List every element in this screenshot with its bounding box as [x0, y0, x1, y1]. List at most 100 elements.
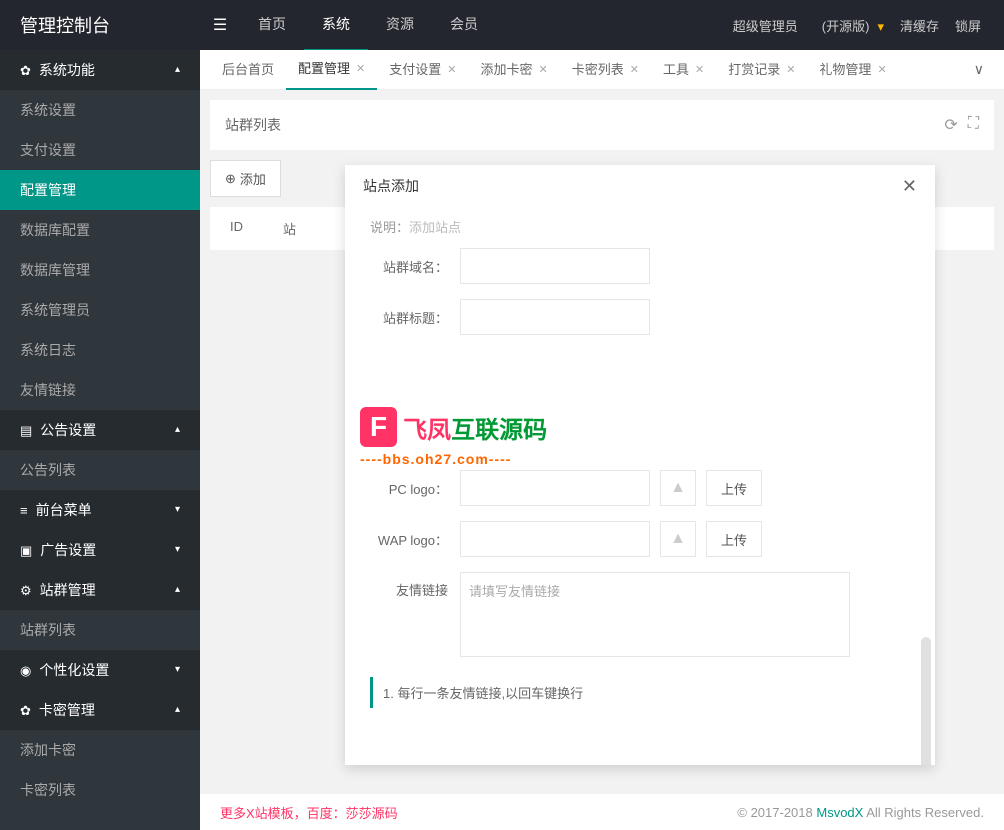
sidebar-icon: ✿ [20, 703, 31, 718]
sidebar-label: 系统功能 [39, 62, 95, 78]
sidebar-label: 卡密管理 [39, 702, 95, 718]
label-pc-logo: PC logo： [370, 479, 460, 498]
tab[interactable]: 打赏记录✕ [716, 51, 807, 89]
footer-link[interactable]: MsvodX [816, 805, 863, 820]
sidebar: ✿系统功能▴系统设置支付设置配置管理数据库配置数据库管理系统管理员系统日志友情链… [0, 50, 200, 830]
close-icon[interactable]: ✕ [447, 51, 456, 89]
sidebar-item[interactable]: 友情链接 [0, 370, 200, 410]
input-domain[interactable] [460, 248, 650, 284]
input-title[interactable] [460, 299, 650, 335]
menu-toggle-icon[interactable]: ☰ [200, 15, 240, 35]
tip-text: 1. 每行一条友情链接,以回车键换行 [370, 677, 910, 708]
tab[interactable]: 添加卡密✕ [468, 51, 559, 89]
sidebar-item[interactable]: 支付设置 [0, 130, 200, 170]
tab-label: 后台首页 [222, 51, 274, 89]
nav-member[interactable]: 会员 [432, 0, 496, 52]
tab[interactable]: 支付设置✕ [377, 51, 468, 89]
fullscreen-icon[interactable]: ⛶ [968, 115, 979, 135]
tabs-more-icon[interactable]: ∨ [964, 61, 994, 78]
sidebar-label: 前台菜单 [36, 502, 92, 518]
top-right: 超级管理员 (开源版)▾ 清缓存 锁屏 [725, 16, 1004, 35]
label-links: 友情链接 [370, 572, 460, 599]
close-icon[interactable]: ✕ [695, 51, 704, 89]
tab[interactable]: 礼物管理✕ [807, 51, 898, 89]
tab[interactable]: 卡密列表✕ [560, 51, 651, 89]
sidebar-label: 个性化设置 [39, 662, 109, 678]
close-icon[interactable]: ✕ [877, 51, 886, 89]
col-id: ID [230, 219, 243, 238]
sidebar-item[interactable]: 添加卡密 [0, 730, 200, 770]
nav-home[interactable]: 首页 [240, 0, 304, 52]
upload-wap-button[interactable]: 上传 [706, 521, 762, 557]
sidebar-item[interactable]: ◉个性化设置▾ [0, 650, 200, 690]
sidebar-label: 公告列表 [20, 462, 76, 478]
tab-label: 支付设置 [389, 51, 441, 89]
sidebar-item[interactable]: ▣广告设置▾ [0, 530, 200, 570]
sidebar-item[interactable]: 公告列表 [0, 450, 200, 490]
modal-title: 站点添加 [363, 176, 419, 196]
sidebar-item[interactable]: 系统设置 [0, 90, 200, 130]
close-icon[interactable]: ✕ [539, 51, 548, 89]
sidebar-item[interactable]: 数据库管理 [0, 250, 200, 290]
sidebar-item[interactable]: 站群列表 [0, 610, 200, 650]
toolbar: 站群列表 ⟳ ⛶ [210, 100, 994, 150]
sidebar-icon: ▣ [20, 543, 32, 558]
input-pc-logo[interactable] [460, 470, 650, 506]
input-links[interactable] [460, 572, 850, 657]
page-title: 站群列表 [225, 115, 281, 135]
tab[interactable]: 后台首页 [210, 51, 286, 89]
sidebar-item[interactable]: ▤公告设置▴ [0, 410, 200, 450]
add-button[interactable]: ⊕添加 [210, 160, 281, 197]
sidebar-item[interactable]: 系统管理员 [0, 290, 200, 330]
sidebar-label: 数据库管理 [20, 262, 90, 278]
sidebar-label: 站群管理 [40, 582, 96, 598]
footer: 更多X站模板，百度：莎莎源码 © 2017-2018 MsvodX All Ri… [200, 794, 1004, 830]
sidebar-label: 系统设置 [20, 102, 76, 118]
sidebar-item[interactable]: ✿ 卡密管理 ▴ [0, 690, 200, 730]
sidebar-label: 站群列表 [20, 622, 76, 638]
sidebar-label: 添加卡密 [20, 742, 76, 758]
image-icon: ▲ [660, 521, 696, 557]
sidebar-item[interactable]: 系统日志 [0, 330, 200, 370]
nav-system[interactable]: 系统 [304, 0, 368, 52]
refresh-icon[interactable]: ⟳ [944, 115, 957, 135]
sidebar-label: 系统日志 [20, 342, 76, 358]
nav-resource[interactable]: 资源 [368, 0, 432, 52]
sidebar-item[interactable]: 数据库配置 [0, 210, 200, 250]
note-label: 说明： [370, 220, 409, 235]
top-nav: 首页 系统 资源 会员 [240, 0, 496, 52]
sidebar-icon: ≡ [20, 503, 28, 518]
label-wap-logo: WAP logo： [370, 530, 460, 549]
footer-copyright: © 2017-2018 MsvodX All Rights Reserved. [737, 805, 984, 820]
tab[interactable]: 配置管理✕ [286, 50, 377, 90]
tabbar: 后台首页配置管理✕支付设置✕添加卡密✕卡密列表✕工具✕打赏记录✕礼物管理✕∨ [200, 50, 1004, 90]
label-title: 站群标题： [370, 308, 460, 327]
chevron-icon: ▴ [175, 410, 180, 450]
upload-pc-button[interactable]: 上传 [706, 470, 762, 506]
plus-icon: ⊕ [225, 171, 236, 187]
sidebar-icon: ◉ [20, 663, 31, 678]
clear-cache-button[interactable]: 清缓存 [892, 16, 947, 35]
sidebar-item[interactable]: 配置管理 [0, 170, 200, 210]
input-wap-logo[interactable] [460, 521, 650, 557]
lock-screen-button[interactable]: 锁屏 [947, 16, 989, 35]
close-icon[interactable]: ✕ [786, 51, 795, 89]
close-icon[interactable]: ✕ [630, 51, 639, 89]
sidebar-label: 数据库配置 [20, 222, 90, 238]
chevron-icon: ▴ [175, 690, 180, 730]
sidebar-label: 公告设置 [40, 422, 96, 438]
tab-label: 配置管理 [298, 50, 350, 88]
version-badge[interactable]: (开源版)▾ [806, 16, 892, 35]
close-icon[interactable]: ✕ [356, 50, 365, 88]
sidebar-item[interactable]: 卡密列表 [0, 770, 200, 810]
sidebar-item[interactable]: ✿系统功能▴ [0, 50, 200, 90]
sidebar-item[interactable]: ⚙站群管理▴ [0, 570, 200, 610]
modal-add-site: 站点添加 ✕ 说明：添加站点 站群域名： 站群标题： F飞凤互联源码 ----b… [345, 165, 935, 765]
scrollbar[interactable] [921, 637, 931, 765]
label-domain: 站群域名： [370, 257, 460, 276]
current-user[interactable]: 超级管理员 [725, 16, 806, 35]
tab[interactable]: 工具✕ [651, 51, 716, 89]
col-name: 站 [283, 219, 296, 238]
close-icon[interactable]: ✕ [902, 176, 917, 197]
sidebar-item[interactable]: ≡前台菜单▾ [0, 490, 200, 530]
